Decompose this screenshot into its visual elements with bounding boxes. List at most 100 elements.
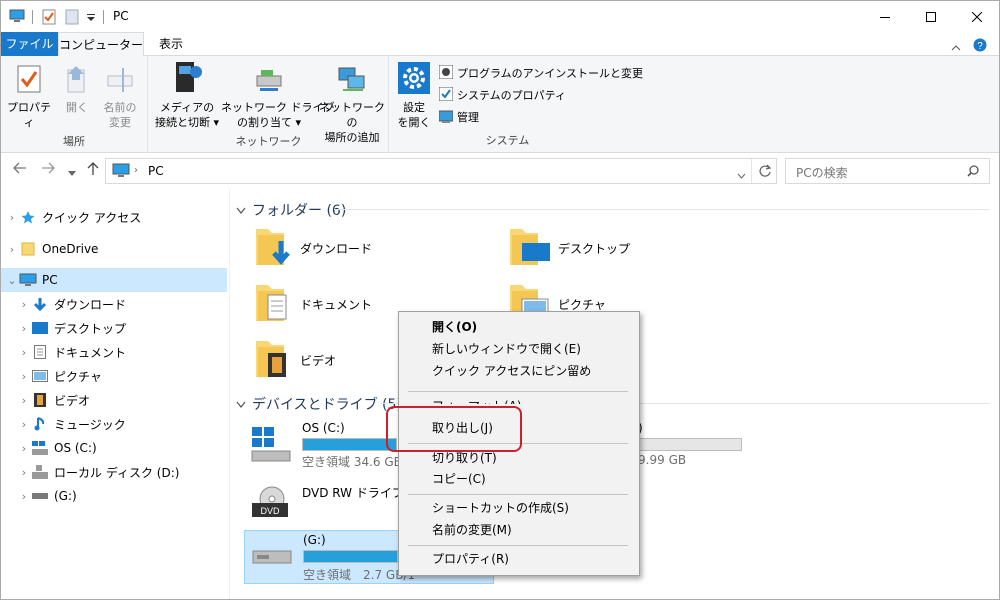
tree-item-onedrive[interactable]: › OneDrive xyxy=(1,237,227,261)
computer-icon xyxy=(112,163,130,182)
drive-name: (G:) xyxy=(303,533,326,547)
breadcrumb-chevron-icon[interactable]: › xyxy=(134,165,138,176)
chevron-right-icon[interactable]: › xyxy=(17,298,31,311)
computer-icon xyxy=(19,272,37,288)
tree-label: ミュージック xyxy=(54,417,126,432)
network-location-icon xyxy=(337,64,367,98)
section-header-folders[interactable]: フォルダー (6) xyxy=(236,200,346,220)
minimize-button[interactable] xyxy=(862,1,908,32)
refresh-icon[interactable] xyxy=(758,164,772,181)
chevron-down-icon[interactable]: ⌄ xyxy=(5,274,19,287)
manage-button[interactable]: 管理 xyxy=(438,107,479,127)
drive-usage-bar xyxy=(302,438,397,451)
chevron-down-icon[interactable] xyxy=(236,202,246,218)
folder-label: ドキュメント xyxy=(300,297,373,312)
chevron-right-icon[interactable]: › xyxy=(5,211,19,224)
tree-item-local-disk-d[interactable]: › ローカル ディスク (D:) xyxy=(1,460,227,484)
chevron-right-icon[interactable]: › xyxy=(17,418,31,431)
menu-pin-quick-access[interactable]: クイック アクセスにピン留め xyxy=(432,361,591,381)
dvd-drive-icon: DVD xyxy=(250,485,292,528)
search-icon[interactable] xyxy=(967,165,979,180)
open-settings-button[interactable]: 設定 を開く xyxy=(394,62,434,130)
add-network-label-1: ネットワークの xyxy=(319,101,385,129)
window-title: PC xyxy=(113,9,129,23)
folder-desktop[interactable]: デスクトップ xyxy=(508,223,748,273)
ribbon: プロパティ 開く 名前の 変更 場所 メディアの 接続と切断 ▾ ネットワーク … xyxy=(1,56,999,153)
chevron-right-icon[interactable]: › xyxy=(17,394,31,407)
chevron-up-icon[interactable] xyxy=(951,40,961,54)
new-folder-icon[interactable] xyxy=(65,9,79,28)
search-box[interactable]: PCの検索 xyxy=(785,158,990,184)
search-placeholder: PCの検索 xyxy=(796,166,848,180)
properties-check-icon[interactable] xyxy=(42,9,56,28)
chevron-right-icon[interactable]: › xyxy=(17,346,31,359)
uninstall-programs-button[interactable]: プログラムのアンインストールと変更 xyxy=(438,63,643,83)
navigation-pane: › クイック アクセス › OneDrive ⌄ PC › ダウンロード › デ… xyxy=(1,189,229,599)
media-connect-button[interactable]: メディアの 接続と切断 ▾ xyxy=(155,62,219,130)
tree-item-music[interactable]: › ミュージック xyxy=(1,412,227,436)
svg-text:DVD: DVD xyxy=(260,506,280,516)
tree-item-downloads[interactable]: › ダウンロード xyxy=(1,292,227,316)
address-divider xyxy=(751,159,752,183)
star-icon xyxy=(19,209,37,225)
maximize-button[interactable] xyxy=(908,1,954,32)
chevron-down-icon[interactable] xyxy=(236,396,246,412)
chevron-right-icon[interactable]: › xyxy=(17,490,31,503)
folder-downloads[interactable]: ダウンロード xyxy=(254,223,494,273)
menu-create-shortcut[interactable]: ショートカットの作成(S) xyxy=(432,498,569,518)
tab-file[interactable]: ファイル xyxy=(1,32,58,56)
recent-dropdown-icon[interactable] xyxy=(68,165,76,181)
tree-item-desktop[interactable]: › デスクトップ xyxy=(1,316,227,340)
address-bar[interactable]: › PC xyxy=(105,158,777,184)
map-drive-label-2: の割り当て ▾ xyxy=(236,116,302,129)
menu-properties[interactable]: プロパティ(R) xyxy=(432,549,509,569)
tree-item-g-drive[interactable]: › (G:) xyxy=(1,484,227,508)
system-properties-button[interactable]: システムのプロパティ xyxy=(438,85,566,105)
chevron-right-icon[interactable]: › xyxy=(17,442,31,455)
chevron-right-icon[interactable]: › xyxy=(17,466,31,479)
chevron-right-icon[interactable]: › xyxy=(5,243,19,256)
menu-separator xyxy=(408,494,628,495)
tab-view[interactable]: 表示 xyxy=(146,32,196,56)
title-separator xyxy=(32,10,33,24)
menu-copy[interactable]: コピー(C) xyxy=(432,469,486,489)
windows-drive-icon xyxy=(250,425,292,468)
svg-text:?: ? xyxy=(977,41,983,52)
drive-d-partial[interactable]: :) /9.99 GB xyxy=(634,419,754,469)
computer-icon xyxy=(9,9,25,26)
chevron-right-icon[interactable]: › xyxy=(17,370,31,383)
close-button[interactable] xyxy=(954,1,999,32)
tree-item-os-c[interactable]: › OS (C:) xyxy=(1,436,227,460)
open-button[interactable]: 開く xyxy=(57,62,97,115)
rename-button[interactable]: 名前の 変更 xyxy=(97,62,143,130)
tree-item-documents[interactable]: › ドキュメント xyxy=(1,340,227,364)
menu-open-new-window[interactable]: 新しいウィンドウで開く(E) xyxy=(432,339,581,359)
ribbon-controls: ? xyxy=(951,38,987,55)
tree-label: デスクトップ xyxy=(54,321,127,336)
qat-dropdown-icon[interactable] xyxy=(87,11,95,25)
tree-item-pictures[interactable]: › ピクチャ xyxy=(1,364,227,388)
usb-drive-icon xyxy=(31,488,49,504)
help-icon[interactable]: ? xyxy=(973,38,987,55)
tree-item-quick-access[interactable]: › クイック アクセス xyxy=(1,205,227,229)
tree-label: ドキュメント xyxy=(54,345,127,360)
properties-button[interactable]: プロパティ xyxy=(5,62,53,130)
map-network-drive-button[interactable]: ネットワーク ドライブ の割り当て ▾ xyxy=(221,62,335,130)
up-arrow-icon[interactable] xyxy=(87,162,99,180)
download-icon xyxy=(31,296,49,312)
tree-item-videos[interactable]: › ビデオ xyxy=(1,388,227,412)
map-drive-label-1: ネットワーク ドライブ xyxy=(221,101,335,114)
tab-computer[interactable]: コンピューター xyxy=(58,32,144,57)
folder-label: デスクトップ xyxy=(558,241,631,256)
menu-open[interactable]: 開く(O) xyxy=(432,317,477,337)
menu-rename[interactable]: 名前の変更(M) xyxy=(432,520,512,540)
back-arrow-icon[interactable] xyxy=(13,162,27,178)
forward-arrow-icon[interactable] xyxy=(41,162,55,178)
title-bar: PC xyxy=(1,1,999,32)
title-separator xyxy=(103,10,104,24)
tree-item-pc[interactable]: ⌄ PC xyxy=(1,268,227,292)
section-header-drives[interactable]: デバイスとドライブ (5) xyxy=(236,394,402,414)
section-divider xyxy=(334,209,989,210)
address-dropdown-icon[interactable] xyxy=(737,168,746,182)
chevron-right-icon[interactable]: › xyxy=(17,322,31,335)
